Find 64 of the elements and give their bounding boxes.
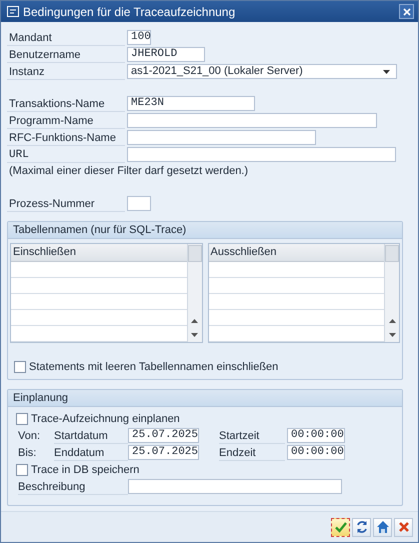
field-label: Benutzername (7, 46, 125, 62)
toolbar-button[interactable] (331, 518, 350, 536)
checkbox-label: Trace-Aufzeichnung einplanen (31, 412, 180, 424)
field-label: Prozess-Nummer (7, 196, 125, 212)
field-label: Endzeit (219, 444, 285, 460)
table-cell[interactable] (11, 262, 186, 278)
time-field[interactable]: 00:00:00 (287, 428, 345, 443)
table-cell[interactable] (208, 262, 384, 278)
close-button[interactable] (399, 4, 414, 19)
table-cell[interactable] (11, 310, 186, 326)
checkbox[interactable] (16, 464, 28, 476)
toolbar-button[interactable] (373, 518, 392, 536)
window-icon (7, 6, 19, 17)
table-cell[interactable] (208, 278, 384, 294)
group-title: Einplanung (8, 390, 402, 407)
scroll-down-icon[interactable] (388, 333, 396, 337)
field-label: Instanz (7, 64, 125, 80)
scroll-down-icon[interactable] (191, 333, 198, 337)
scroll-up-icon[interactable] (388, 319, 396, 323)
table-cell[interactable] (11, 294, 186, 310)
checkbox[interactable] (16, 412, 28, 424)
toolbar-button[interactable] (352, 518, 371, 536)
dropdown-field[interactable]: as1-2021_S21_00 (Lokaler Server) (127, 64, 397, 79)
hint-text: (Maximal einer dieser Filter darf gesetzt werden.) (8, 164, 250, 179)
date-field[interactable]: 25.07.2025 (128, 428, 199, 443)
input-field[interactable]: ME23N (127, 96, 255, 111)
dropdown-caret-icon (383, 70, 390, 74)
date-field[interactable]: 25.07.2025 (128, 445, 199, 460)
column-header: Einschließen (11, 244, 186, 262)
checkbox-label: Statements mit leeren Tabellennamen einschließen (29, 360, 278, 372)
input-field[interactable] (127, 113, 377, 128)
column-header: Ausschließen (208, 244, 384, 262)
table-cell[interactable] (11, 326, 186, 342)
field-label: Mandant (7, 30, 125, 46)
header-corner (385, 245, 399, 262)
input-field[interactable] (127, 147, 396, 162)
group-title: Tabellennamen (nur für SQL-Trace) (8, 222, 402, 239)
input-field[interactable] (128, 479, 342, 494)
toolbar-button[interactable] (394, 518, 413, 536)
checkbox-label: Trace in DB speichern (31, 464, 140, 476)
header-corner (188, 245, 202, 262)
input-field[interactable] (127, 130, 316, 145)
table-cell[interactable] (208, 294, 384, 310)
checkbox[interactable] (14, 360, 26, 372)
house-icon (374, 519, 390, 535)
scroll-up-icon[interactable] (191, 319, 198, 323)
scrollbar[interactable] (384, 244, 399, 342)
scrollbar[interactable] (186, 244, 202, 342)
close-icon (402, 8, 410, 16)
input-field[interactable] (127, 196, 151, 211)
input-field[interactable]: 100 (127, 30, 151, 45)
field-label: Von: (18, 430, 42, 442)
field-label: Programm-Name (7, 112, 125, 128)
field-label: Startzeit (219, 428, 285, 444)
table-cell[interactable] (208, 326, 384, 342)
window-title: Bedingungen für die Traceaufzeichnung (23, 4, 236, 18)
field-label: URL (7, 146, 125, 162)
field-label: Transaktions-Name (7, 96, 125, 112)
time-field[interactable]: 00:00:00 (287, 445, 345, 460)
table-cell[interactable] (11, 278, 186, 294)
table-cell[interactable] (208, 310, 384, 326)
input-field[interactable]: JHEROLD (127, 47, 205, 62)
field-label: Bis: (18, 446, 38, 458)
field-label: RFC-Funktions-Name (7, 130, 125, 146)
